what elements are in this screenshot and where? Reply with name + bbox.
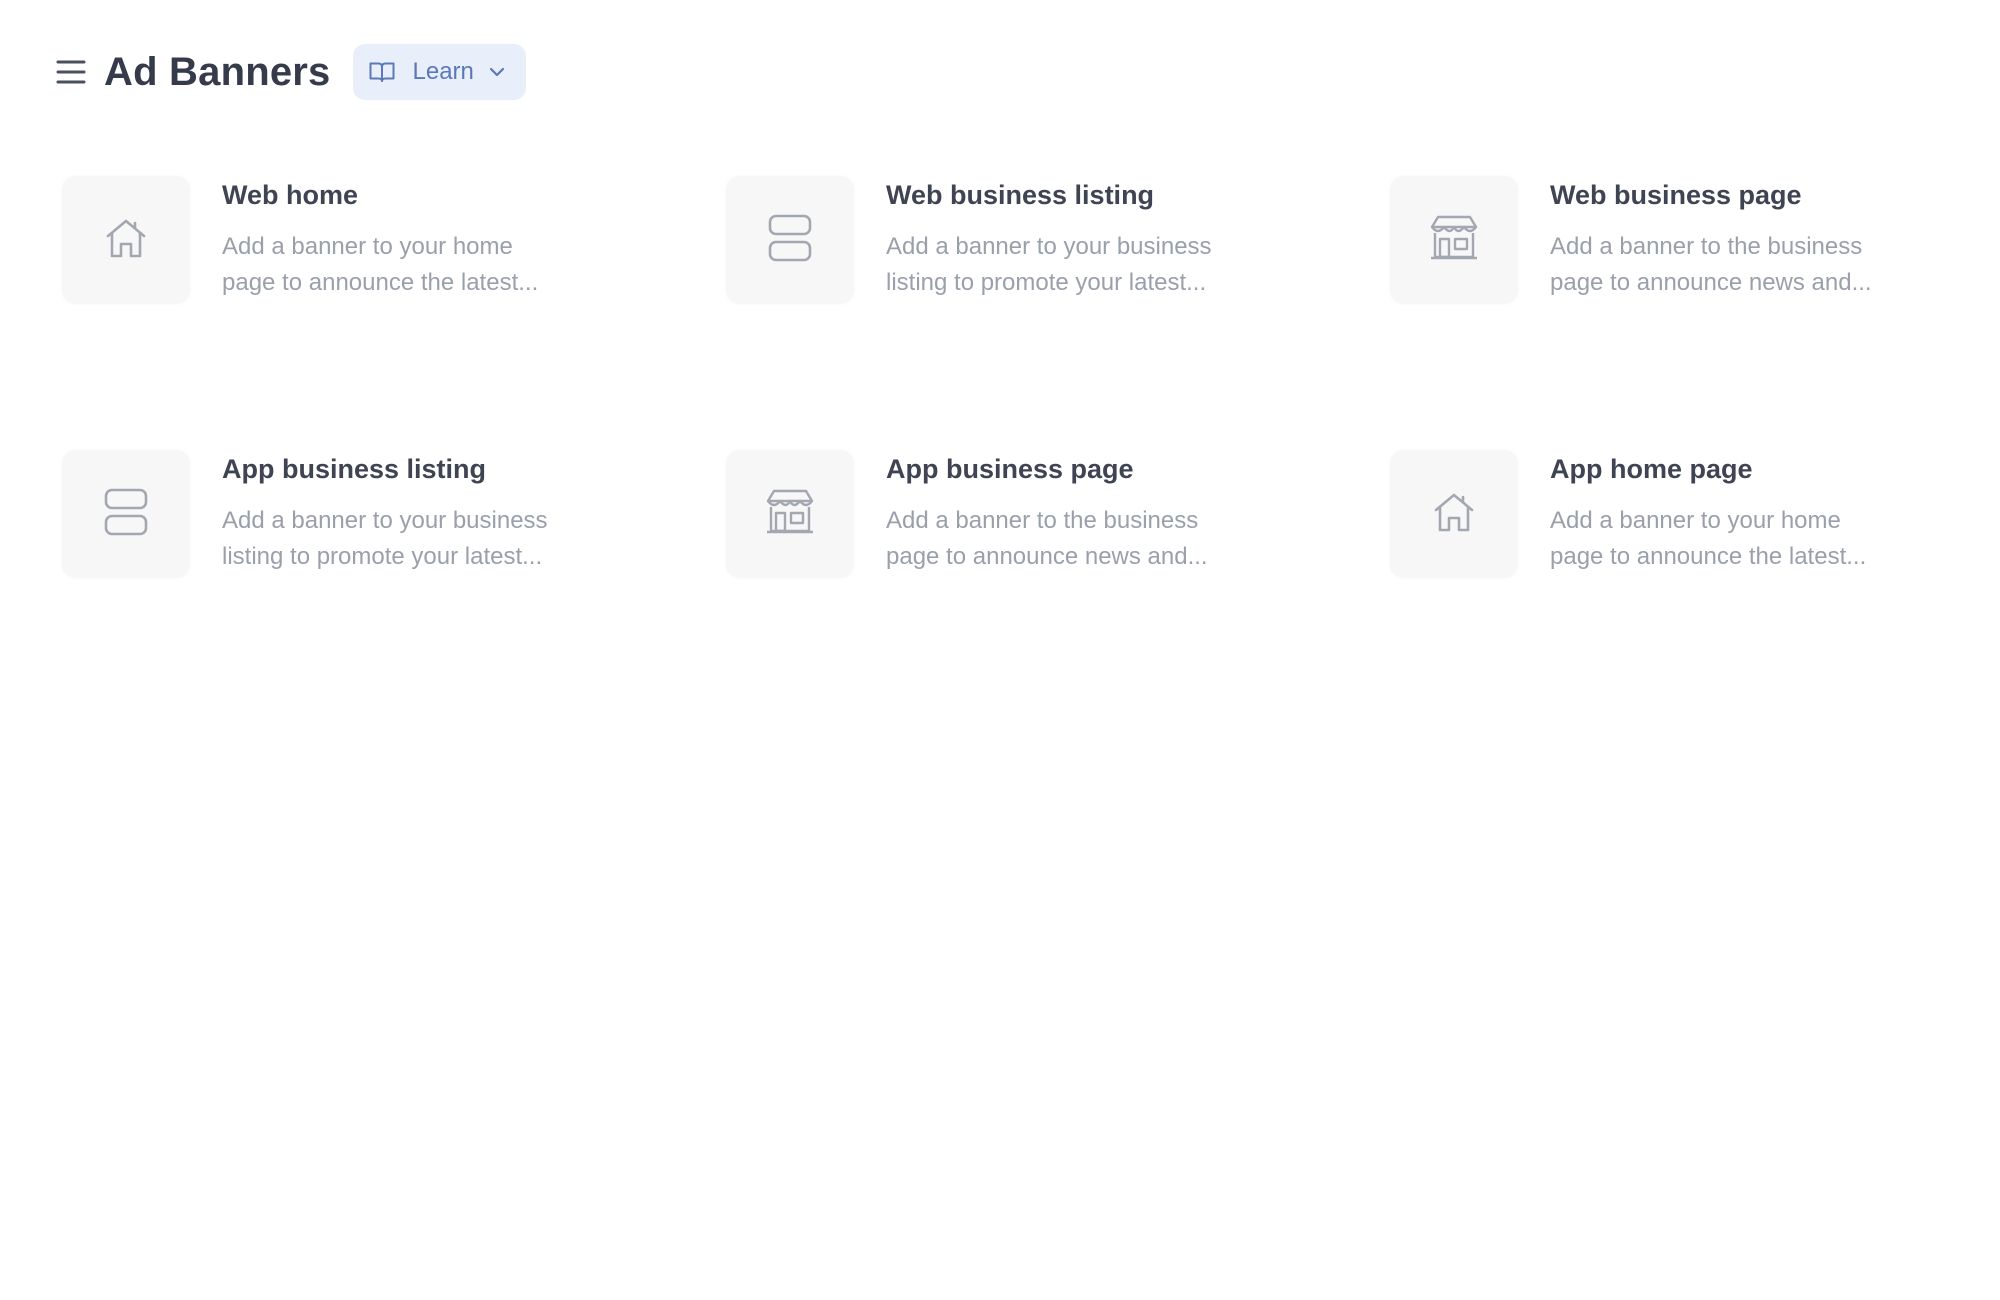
card-description: Add a banner to your business listing to… [222, 503, 612, 575]
card-icon-container [726, 176, 854, 304]
card-title: Web home [222, 180, 359, 210]
home-icon [102, 214, 150, 267]
banner-card-app-business-listing[interactable]: App business listing Add a banner to you… [62, 450, 726, 580]
card-body: Web business page Add a banner to the bu… [1550, 176, 1940, 301]
card-description-line: Add a banner to your home [1550, 507, 1841, 534]
card-description-line: Add a banner to your business [886, 233, 1212, 260]
card-description-line: Add a banner to the business [1550, 233, 1863, 260]
card-title: App business page [886, 454, 1134, 484]
card-body: App home page Add a banner to your home … [1550, 450, 1940, 575]
card-description-line: Add a banner to the business [886, 507, 1199, 534]
book-open-icon [369, 61, 395, 83]
card-description: Add a banner to your home page to announ… [1550, 503, 1940, 575]
card-title: App home page [1550, 454, 1753, 484]
banner-card-app-home-page[interactable]: App home page Add a banner to your home … [1390, 450, 1942, 580]
card-icon-container [726, 450, 854, 578]
card-body: Web business listing Add a banner to you… [886, 176, 1276, 301]
page-title: Ad Banners [104, 49, 331, 94]
card-description-line: listing to promote your latest... [222, 543, 543, 570]
card-title: Web business listing [886, 180, 1155, 210]
card-title: App business listing [222, 454, 487, 484]
page-header: Ad Banners Learn [54, 44, 526, 100]
card-description-line: listing to promote your latest... [886, 269, 1207, 296]
listing-rows-icon [102, 487, 150, 542]
card-description: Add a banner to the business page to ann… [886, 503, 1276, 575]
card-icon-container [1390, 450, 1518, 578]
storefront-icon [764, 487, 816, 542]
card-body: App business page Add a banner to the bu… [886, 450, 1276, 575]
listing-rows-icon [766, 213, 814, 268]
home-icon [1430, 488, 1478, 541]
card-description-line: Add a banner to your business [222, 507, 548, 534]
card-description-line: page to announce the latest... [222, 269, 539, 296]
card-description: Add a banner to your home page to announ… [222, 229, 612, 301]
card-body: Web home Add a banner to your home page … [222, 176, 612, 301]
card-icon-container [62, 176, 190, 304]
banner-card-web-business-listing[interactable]: Web business listing Add a banner to you… [726, 176, 1390, 450]
card-icon-container [62, 450, 190, 578]
card-icon-container [1390, 176, 1518, 304]
learn-dropdown-button[interactable]: Learn [352, 44, 526, 100]
card-description-line: page to announce news and... [886, 543, 1208, 570]
card-description-line: page to announce the latest... [1550, 543, 1867, 570]
card-title: Web business page [1550, 180, 1802, 210]
chevron-down-icon [488, 66, 506, 78]
learn-label: Learn [412, 58, 474, 85]
banner-types-grid: Web home Add a banner to your home page … [62, 176, 1942, 580]
card-description-line: Add a banner to your home [222, 233, 513, 260]
ad-banners-page: Ad Banners Learn Web home Add a banner t… [0, 0, 2000, 1300]
card-body: App business listing Add a banner to you… [222, 450, 612, 575]
banner-card-web-business-page[interactable]: Web business page Add a banner to the bu… [1390, 176, 1942, 450]
storefront-icon [1428, 213, 1480, 268]
hamburger-menu-icon[interactable] [54, 55, 88, 89]
card-description-line: page to announce news and... [1550, 269, 1872, 296]
card-description: Add a banner to the business page to ann… [1550, 229, 1940, 301]
banner-card-web-home[interactable]: Web home Add a banner to your home page … [62, 176, 726, 450]
banner-card-app-business-page[interactable]: App business page Add a banner to the bu… [726, 450, 1390, 580]
card-description: Add a banner to your business listing to… [886, 229, 1276, 301]
